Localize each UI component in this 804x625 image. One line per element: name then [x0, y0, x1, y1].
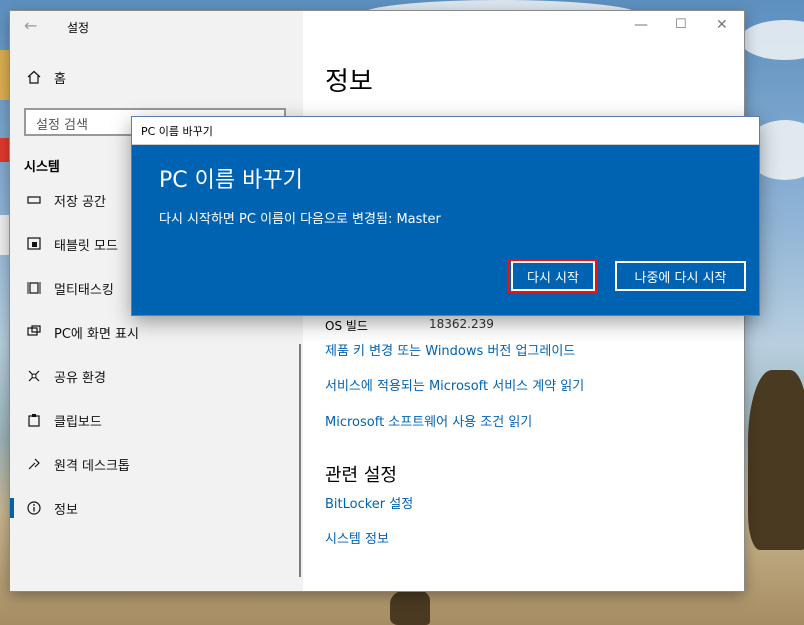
sidebar-item-share[interactable]: 공유 환경	[10, 356, 303, 396]
dialog-window-title: PC 이름 바꾸기	[141, 125, 213, 138]
section-heading: 시스템	[24, 160, 60, 175]
project-icon	[26, 324, 42, 340]
info-icon	[26, 500, 42, 516]
close-icon[interactable]: ✕	[716, 17, 728, 33]
multitasking-icon	[26, 280, 42, 296]
sidebar-item-home[interactable]: 홈	[10, 57, 303, 97]
sidebar-item-remote-desktop[interactable]: 원격 데스크톱	[10, 444, 303, 484]
search-placeholder: 설정 검색	[36, 118, 88, 133]
rename-pc-dialog: PC 이름 바꾸기 PC 이름 바꾸기 다시 시작하면 PC 이름이 다음으로 …	[132, 117, 759, 315]
os-build-value: 18362.239	[429, 317, 494, 331]
os-build-label: OS 빌드	[325, 319, 368, 333]
sidebar-item-label: 태블릿 모드	[54, 238, 118, 254]
title-bar: ← 설정	[10, 11, 303, 43]
tablet-icon	[26, 236, 42, 252]
service-agreement-link[interactable]: 서비스에 적용되는 Microsoft 서비스 계약 읽기	[325, 375, 584, 394]
sidebar-item-label: 저장 공간	[54, 194, 106, 210]
restart-now-button[interactable]: 다시 시작	[511, 261, 595, 291]
sidebar-item-label: 클립보드	[54, 414, 102, 430]
remote-desktop-icon	[26, 456, 42, 472]
restart-later-button[interactable]: 나중에 다시 시작	[615, 261, 746, 291]
desktop-icon-partial[interactable]	[0, 50, 10, 100]
dialog-title-bar: PC 이름 바꾸기	[132, 117, 759, 145]
sidebar-item-label: 멀티태스킹	[54, 282, 114, 298]
home-icon	[26, 69, 42, 85]
sidebar-item-label: PC에 화면 표시	[54, 326, 139, 342]
storage-icon	[26, 192, 42, 208]
sidebar-item-label: 원격 데스크톱	[54, 458, 130, 474]
system-info-link[interactable]: 시스템 정보	[325, 528, 389, 547]
sidebar-item-project[interactable]: PC에 화면 표시	[10, 312, 303, 352]
sidebar-item-clipboard[interactable]: 클립보드	[10, 400, 303, 440]
page-title: 정보	[325, 67, 373, 97]
upgrade-link[interactable]: 제품 키 변경 또는 Windows 버전 업그레이드	[325, 340, 575, 359]
back-arrow-icon[interactable]: ←	[24, 18, 40, 34]
desktop-icon-partial[interactable]	[0, 215, 10, 255]
dialog-heading: PC 이름 바꾸기	[159, 168, 303, 193]
minimize-icon[interactable]: —	[634, 17, 648, 33]
sidebar-scrollbar[interactable]	[299, 344, 301, 577]
license-terms-link[interactable]: Microsoft 소프트웨어 사용 조건 읽기	[325, 411, 532, 430]
share-icon	[26, 368, 42, 384]
app-title: 설정	[67, 21, 90, 35]
maximize-icon[interactable]: ☐	[675, 17, 687, 32]
desktop-icon-partial[interactable]	[0, 138, 10, 162]
sidebar-item-label: 공유 환경	[54, 370, 106, 386]
dialog-message: 다시 시작하면 PC 이름이 다음으로 변경됨: Master	[159, 212, 441, 227]
bitlocker-link[interactable]: BitLocker 설정	[325, 493, 413, 512]
clipboard-icon	[26, 412, 42, 428]
related-settings-heading: 관련 설정	[325, 465, 397, 486]
sidebar-item-label: 정보	[54, 502, 78, 518]
sidebar-item-label: 홈	[54, 71, 66, 87]
sidebar-item-about[interactable]: 정보	[10, 488, 303, 528]
